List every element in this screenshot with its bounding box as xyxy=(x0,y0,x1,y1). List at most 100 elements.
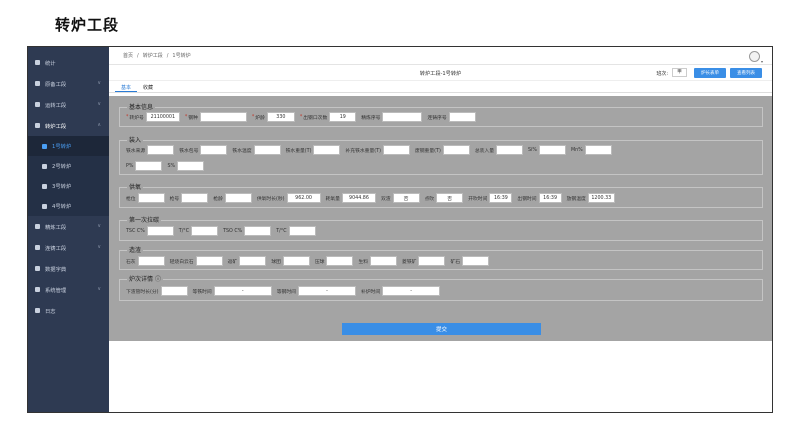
furnace-form-button[interactable]: 炉长表单 xyxy=(694,68,726,78)
tap-time-input[interactable]: 16:39 xyxy=(538,193,562,203)
tso-temp-input[interactable] xyxy=(288,226,316,236)
sidebar-subitem-3[interactable]: 3号转炉 xyxy=(28,176,109,196)
tsc-temp-input[interactable] xyxy=(191,226,219,236)
repair-range[interactable]: - xyxy=(382,286,441,296)
s-input[interactable] xyxy=(177,161,205,171)
section-detail: 炉次详情 ⓘ 下渣管时长(分) 等铁时间 - 等钢时间 - 补炉时间 - xyxy=(119,274,763,301)
chevron-down-icon: ∨ xyxy=(97,223,101,229)
section-basic-info: 基本信息 * 转炉号 21100001 * 钢种 * 炉龄 330 * 出钢口次数 19… xyxy=(119,102,763,127)
lime-input[interactable] xyxy=(137,256,165,266)
siderite-input[interactable] xyxy=(418,256,446,266)
iron-source-input[interactable] xyxy=(147,145,175,155)
chevron-down-icon: ∨ xyxy=(97,101,101,107)
caret-down-icon[interactable]: ▾ xyxy=(761,59,763,64)
sidebar-item-stats[interactable]: 统计 xyxy=(28,52,109,73)
supply-time-input[interactable]: 962.00 xyxy=(286,193,321,203)
doc-icon xyxy=(35,308,40,313)
avatar[interactable] xyxy=(749,51,760,62)
pellet-input[interactable] xyxy=(282,256,310,266)
section-oxygen: 供氧 枪位 枪号 枪龄 供氧时长(秒) 962.00 耗氧量 9044.86 双… xyxy=(119,182,763,208)
sidebar-item-refine[interactable]: 精炼工段 ∨ xyxy=(28,216,109,237)
scrap-weight-input[interactable] xyxy=(442,145,470,155)
steel-grade-input[interactable] xyxy=(199,112,247,122)
gun-age-input[interactable] xyxy=(224,193,252,203)
chart-icon xyxy=(35,60,40,65)
oxygen-volume-input[interactable]: 9044.86 xyxy=(341,193,376,203)
pressed-ball-input[interactable] xyxy=(326,256,354,266)
converter-no-input[interactable]: 21100001 xyxy=(145,112,180,122)
sidebar-subitem-4[interactable]: 4号转炉 xyxy=(28,196,109,216)
section-slag: 造渣 石灰 轻烧白云石 返矿 球团 压球 生料 菱铁矿 矿石 xyxy=(119,245,763,270)
sidebar-item-system[interactable]: 系统管理 ∨ xyxy=(28,279,109,300)
reblow-select[interactable]: 否 xyxy=(436,193,464,203)
section-first-sample: 第一次拉碳 TSC C% T/°C TSO C% T/°C xyxy=(119,215,763,241)
shift-select[interactable]: 甲 xyxy=(672,68,687,77)
doc-icon xyxy=(35,287,40,292)
doc-icon xyxy=(35,123,40,128)
refine-seq-input[interactable] xyxy=(382,112,423,122)
raw-material-input[interactable] xyxy=(370,256,398,266)
main-content: 首页 / 转炉工段 / 1号转炉 ▾ 转炉工段-1号转炉 班次: 甲 炉长表单 … xyxy=(109,47,772,412)
section-charge: 装入 铁水来源 铁水包号 铁水温度 铁水重量(T) 补充铁水重量(T) 废钢重量… xyxy=(119,135,763,175)
doc-icon xyxy=(42,143,47,149)
doc-icon xyxy=(42,183,47,189)
breadcrumb-home[interactable]: 首页 xyxy=(123,52,133,59)
iron-weight-input[interactable] xyxy=(313,145,341,155)
submit-button[interactable]: 提交 xyxy=(342,323,541,335)
shift-label: 班次: xyxy=(656,71,668,77)
double-slag-select[interactable]: 否 xyxy=(392,193,420,203)
info-icon[interactable]: ⓘ xyxy=(155,276,161,283)
total-charge-input[interactable] xyxy=(496,145,524,155)
doc-icon xyxy=(35,102,40,107)
sidebar-item-log[interactable]: 日志 xyxy=(28,300,109,321)
cast-seq-input[interactable] xyxy=(448,112,476,122)
ore-input[interactable] xyxy=(462,256,490,266)
section-title: 基本信息 xyxy=(127,102,156,111)
page-title: 转炉工段 xyxy=(55,16,120,34)
doc-icon xyxy=(35,81,40,86)
doc-icon xyxy=(42,203,47,209)
tap-temp-input[interactable]: 1200.33 xyxy=(587,193,615,203)
breadcrumb: 首页 / 转炉工段 / 1号转炉 ▾ xyxy=(109,47,772,65)
start-time-input[interactable]: 16:39 xyxy=(489,193,513,203)
doc-icon xyxy=(42,163,47,169)
sidebar: 统计 原备工段 ∨ 运转工段 ∨ 转炉工段 ∧ 1号转炉 2号转炉 3号转炉 4号转炉… xyxy=(28,47,109,412)
iron-temp-input[interactable] xyxy=(253,145,281,155)
gun-no-input[interactable] xyxy=(181,193,209,203)
furnace-age-input[interactable]: 330 xyxy=(266,112,295,122)
iron-ladle-input[interactable] xyxy=(200,145,228,155)
down-time-input[interactable] xyxy=(160,286,188,296)
sidebar-item-prep[interactable]: 原备工段 ∨ xyxy=(28,73,109,94)
return-ore-input[interactable] xyxy=(239,256,267,266)
breadcrumb-section[interactable]: 转炉工段 xyxy=(143,52,163,59)
si-input[interactable] xyxy=(538,145,566,155)
app-window: 统计 原备工段 ∨ 运转工段 ∨ 转炉工段 ∧ 1号转炉 2号转炉 3号转炉 4号转炉… xyxy=(27,46,773,413)
tsc-input[interactable] xyxy=(146,226,174,236)
sidebar-subitem-1[interactable]: 1号转炉 xyxy=(28,136,109,156)
chevron-down-icon: ∨ xyxy=(97,244,101,250)
sidebar-item-dict[interactable]: 数据字典 xyxy=(28,258,109,279)
wait-steel-range[interactable]: - xyxy=(297,286,356,296)
wait-iron-range[interactable]: - xyxy=(213,286,272,296)
doc-icon xyxy=(35,266,40,271)
doc-icon xyxy=(35,245,40,250)
tab-bar: 基本 收藏 xyxy=(109,81,772,93)
sidebar-subitem-2[interactable]: 2号转炉 xyxy=(28,156,109,176)
breadcrumb-current: 1号转炉 xyxy=(172,53,191,59)
tab-basic[interactable]: 基本 xyxy=(115,81,138,92)
sidebar-item-converter[interactable]: 转炉工段 ∧ xyxy=(28,115,109,136)
extra-iron-input[interactable] xyxy=(382,145,410,155)
form-header: 转炉工段-1号转炉 班次: 甲 炉长表单 查看列表 xyxy=(109,65,772,81)
mn-input[interactable] xyxy=(584,145,612,155)
sidebar-item-transport[interactable]: 运转工段 ∨ xyxy=(28,94,109,115)
doc-icon xyxy=(35,224,40,229)
tso-input[interactable] xyxy=(244,226,272,236)
p-input[interactable] xyxy=(135,161,163,171)
chevron-down-icon: ∨ xyxy=(97,80,101,86)
tap-times-input[interactable]: 19 xyxy=(329,112,357,122)
sidebar-item-cast[interactable]: 连铸工段 ∨ xyxy=(28,237,109,258)
gun-position-input[interactable] xyxy=(137,193,165,203)
view-list-button[interactable]: 查看列表 xyxy=(730,68,762,78)
dolomite-input[interactable] xyxy=(195,256,223,266)
tab-favorite[interactable]: 收藏 xyxy=(137,81,159,92)
